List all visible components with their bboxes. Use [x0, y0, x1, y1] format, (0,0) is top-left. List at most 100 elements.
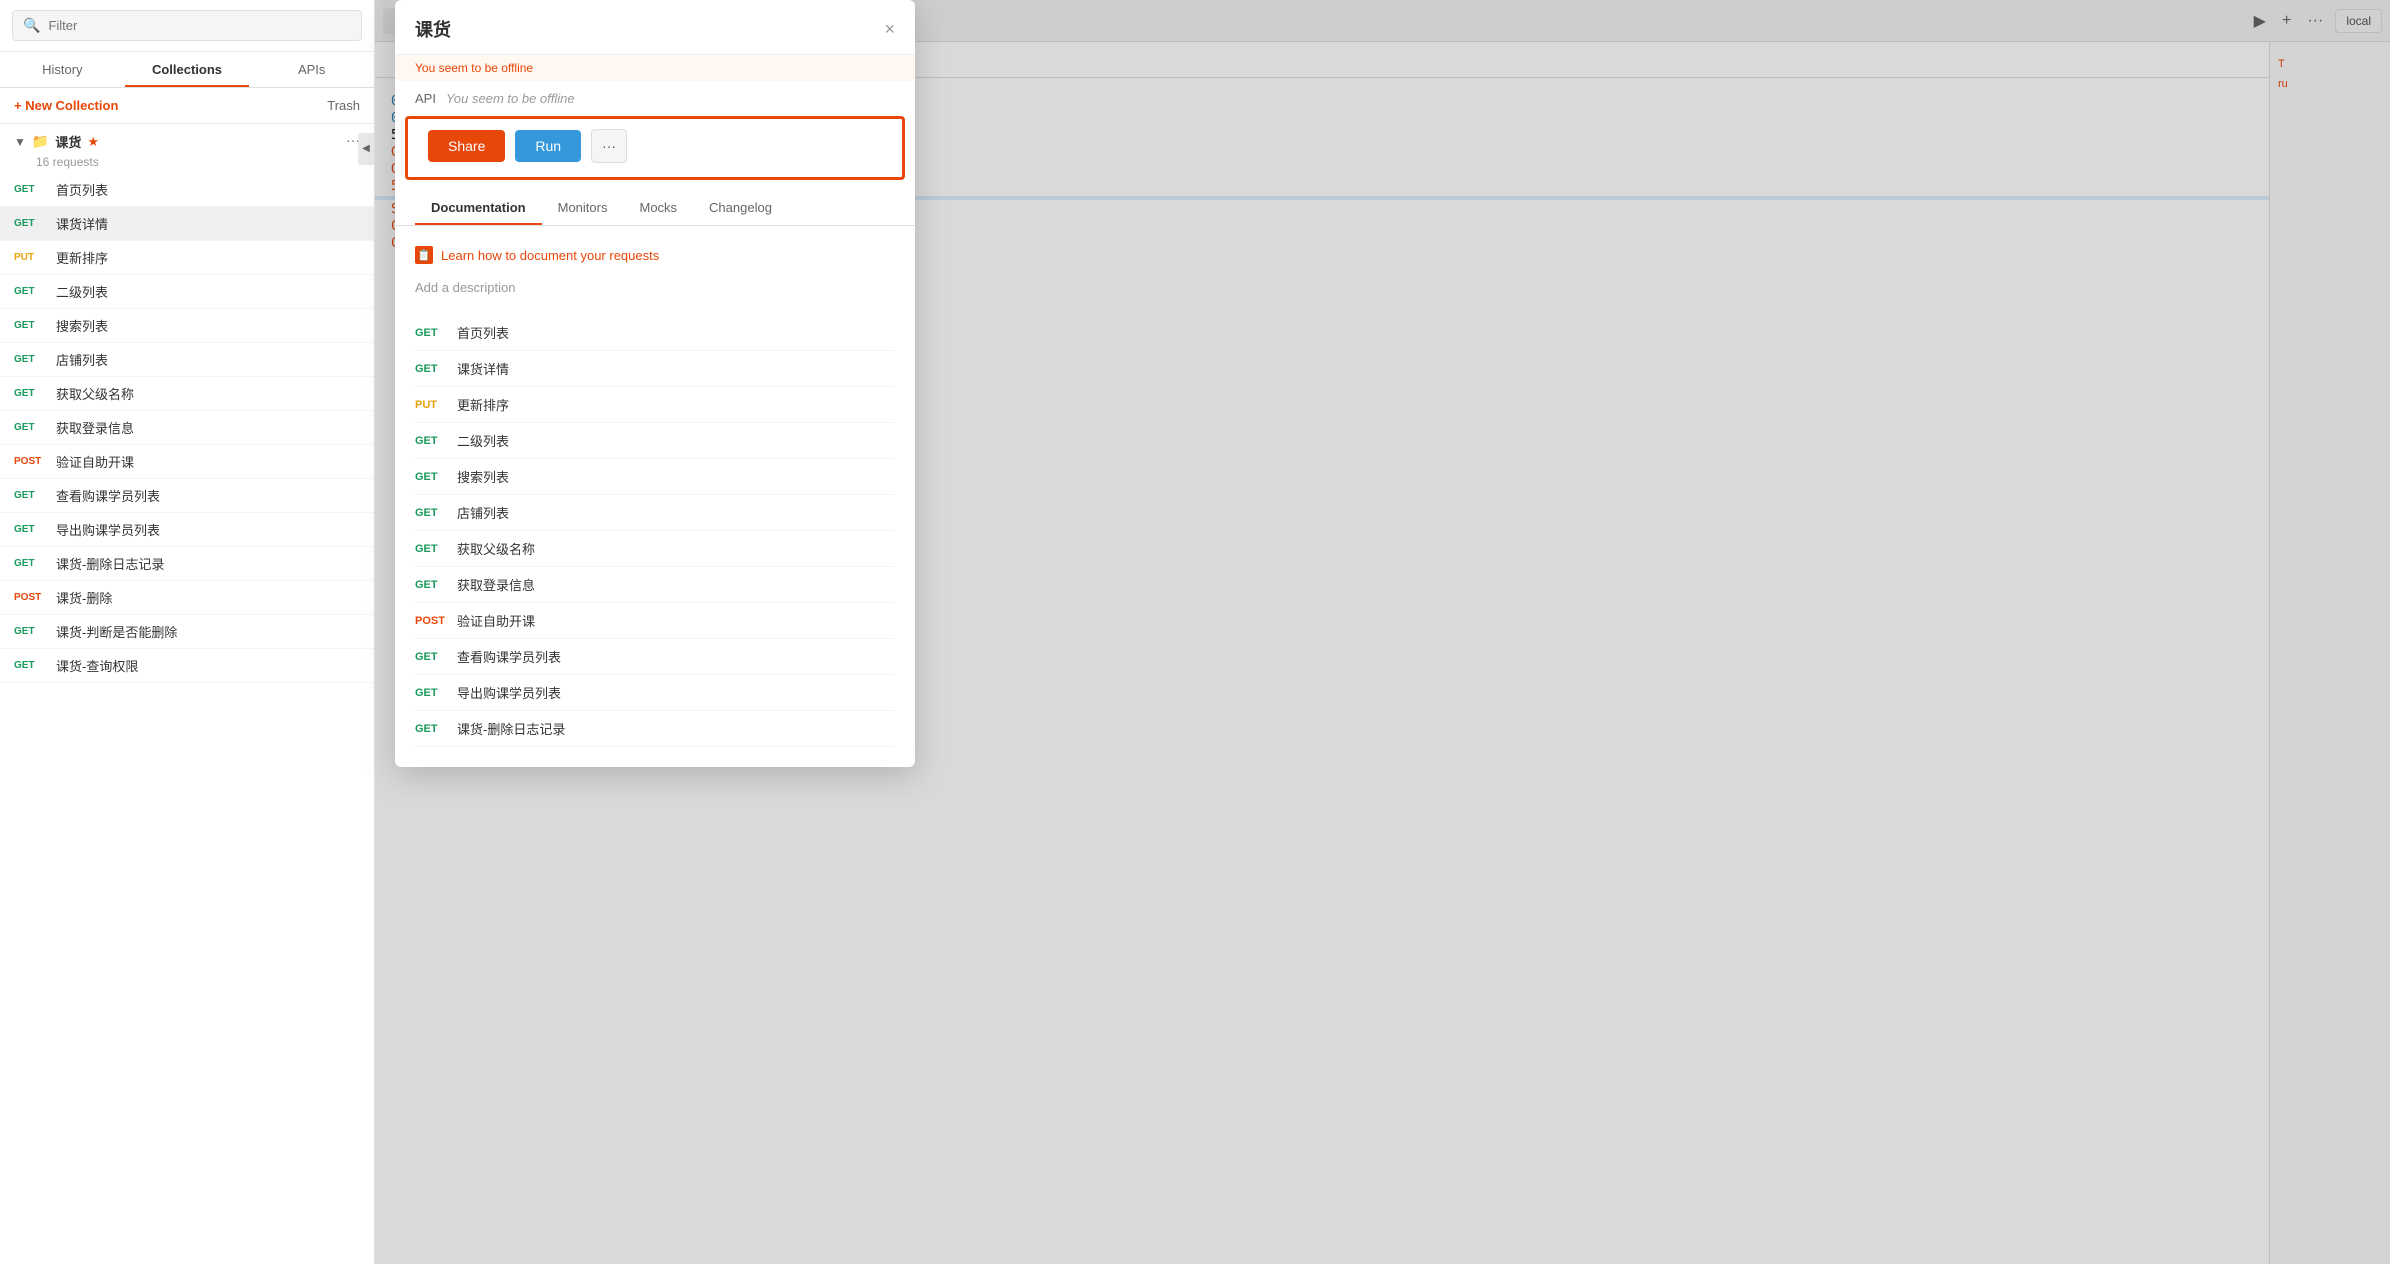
sidebar-tab-collections[interactable]: Collections [125, 52, 250, 87]
doc-request-name: 获取登录信息 [457, 575, 535, 594]
modal-offline-notice: You seem to be offline [395, 55, 915, 81]
doc-list-item[interactable]: GET 课货详情 [415, 351, 895, 387]
collection-expand-icon[interactable]: ▼ [14, 135, 26, 149]
collection-count: 16 requests [0, 155, 374, 173]
doc-list-item[interactable]: GET 获取父级名称 [415, 531, 895, 567]
doc-list-item[interactable]: POST 验证自助开课 [415, 603, 895, 639]
doc-request-name: 搜索列表 [457, 467, 509, 486]
list-item[interactable]: GET 首页列表 [0, 173, 374, 207]
doc-request-name: 导出购课学员列表 [457, 683, 561, 702]
doc-list-item[interactable]: GET 获取登录信息 [415, 567, 895, 603]
learn-link[interactable]: 📋 Learn how to document your requests [415, 246, 895, 264]
list-item[interactable]: GET 店铺列表 [0, 343, 374, 377]
doc-method-badge: GET [415, 723, 447, 735]
modal-tab-mocks[interactable]: Mocks [623, 190, 693, 225]
modal-more-button[interactable]: ··· [591, 129, 627, 163]
doc-method-badge: GET [415, 687, 447, 699]
list-item[interactable]: GET 课货详情 [0, 207, 374, 241]
list-item[interactable]: GET 课货-删除日志记录 [0, 547, 374, 581]
request-name: 课货-判断是否能删除 [56, 622, 177, 641]
method-badge: POST [14, 456, 46, 467]
doc-list-item[interactable]: GET 搜索列表 [415, 459, 895, 495]
learn-link-text: Learn how to document your requests [441, 248, 659, 263]
doc-request-name: 课货-删除日志记录 [457, 719, 565, 738]
request-name: 更新排序 [56, 248, 108, 267]
sidebar: 🔍 History Collections APIs + New Collect… [0, 0, 375, 1264]
doc-method-badge: GET [415, 363, 447, 375]
request-name: 课货详情 [56, 214, 108, 233]
method-badge: GET [14, 286, 46, 297]
doc-list-item[interactable]: PUT 更新排序 [415, 387, 895, 423]
doc-list-item[interactable]: GET 首页列表 [415, 315, 895, 351]
doc-request-name: 首页列表 [457, 323, 509, 342]
doc-list-item[interactable]: GET 查看购课学员列表 [415, 639, 895, 675]
collection-star-icon[interactable]: ★ [87, 134, 99, 150]
modal-api-label: API [415, 91, 436, 106]
method-badge: GET [14, 354, 46, 365]
list-item[interactable]: GET 课货-判断是否能删除 [0, 615, 374, 649]
request-name: 验证自助开课 [56, 452, 134, 471]
list-item[interactable]: GET 查看购课学员列表 [0, 479, 374, 513]
doc-request-name: 更新排序 [457, 395, 509, 414]
search-input[interactable] [48, 18, 351, 33]
new-collection-button[interactable]: + New Collection [14, 98, 118, 113]
request-name: 课货-删除日志记录 [56, 554, 164, 573]
doc-request-name: 二级列表 [457, 431, 509, 450]
modal-title: 课货 [415, 16, 451, 42]
modal-tab-monitors[interactable]: Monitors [542, 190, 624, 225]
request-name: 搜索列表 [56, 316, 108, 335]
modal-header: 课货 × [395, 0, 915, 55]
list-item[interactable]: POST 课货-删除 [0, 581, 374, 615]
list-item[interactable]: PUT 更新排序 [0, 241, 374, 275]
doc-method-badge: GET [415, 507, 447, 519]
doc-request-name: 课货详情 [457, 359, 509, 378]
list-item[interactable]: GET 导出购课学员列表 [0, 513, 374, 547]
add-description-link[interactable]: Add a description [415, 280, 895, 295]
modal-tabs: Documentation Monitors Mocks Changelog [395, 190, 915, 226]
doc-method-badge: GET [415, 543, 447, 555]
request-name: 获取父级名称 [56, 384, 134, 403]
search-box: 🔍 [12, 10, 362, 41]
request-list: GET 首页列表 GET 课货详情 PUT 更新排序 GET 二级列表 GET … [0, 173, 374, 1264]
method-badge: GET [14, 558, 46, 569]
list-item[interactable]: GET 课货-查询权限 [0, 649, 374, 683]
doc-request-name: 查看购课学员列表 [457, 647, 561, 666]
sidebar-collapse-button[interactable]: ◀ [358, 133, 374, 165]
doc-method-badge: GET [415, 651, 447, 663]
list-item[interactable]: GET 获取登录信息 [0, 411, 374, 445]
request-name: 店铺列表 [56, 350, 108, 369]
trash-button[interactable]: Trash [327, 98, 360, 113]
doc-method-badge: PUT [415, 399, 447, 411]
doc-method-badge: GET [415, 327, 447, 339]
list-item[interactable]: GET 获取父级名称 [0, 377, 374, 411]
modal-actions-row: Share Run ··· [405, 116, 905, 180]
list-item[interactable]: POST 验证自助开课 [0, 445, 374, 479]
sidebar-tab-apis[interactable]: APIs [249, 52, 374, 87]
doc-list-item[interactable]: GET 导出购课学员列表 [415, 675, 895, 711]
list-item[interactable]: GET 搜索列表 [0, 309, 374, 343]
modal-tab-documentation[interactable]: Documentation [415, 190, 542, 225]
run-button[interactable]: Run [515, 130, 581, 162]
request-name: 课货-查询权限 [56, 656, 138, 675]
share-button[interactable]: Share [428, 130, 505, 162]
modal-api-row: API You seem to be offline [395, 81, 915, 116]
doc-method-badge: GET [415, 435, 447, 447]
doc-list-item[interactable]: GET 店铺列表 [415, 495, 895, 531]
doc-request-name: 店铺列表 [457, 503, 509, 522]
modal-close-button[interactable]: × [884, 19, 895, 40]
request-name: 获取登录信息 [56, 418, 134, 437]
method-badge: GET [14, 388, 46, 399]
method-badge: GET [14, 524, 46, 535]
request-name: 课货-删除 [56, 588, 112, 607]
request-name: 首页列表 [56, 180, 108, 199]
list-item[interactable]: GET 二级列表 [0, 275, 374, 309]
sidebar-search-area: 🔍 [0, 0, 374, 52]
collection-folder-icon: 📁 [32, 133, 49, 150]
request-name: 导出购课学员列表 [56, 520, 160, 539]
sidebar-tab-history[interactable]: History [0, 52, 125, 87]
doc-list-item[interactable]: GET 课货-删除日志记录 [415, 711, 895, 747]
modal-tab-changelog[interactable]: Changelog [693, 190, 788, 225]
doc-list-item[interactable]: GET 二级列表 [415, 423, 895, 459]
method-badge: GET [14, 184, 46, 195]
method-badge: GET [14, 660, 46, 671]
